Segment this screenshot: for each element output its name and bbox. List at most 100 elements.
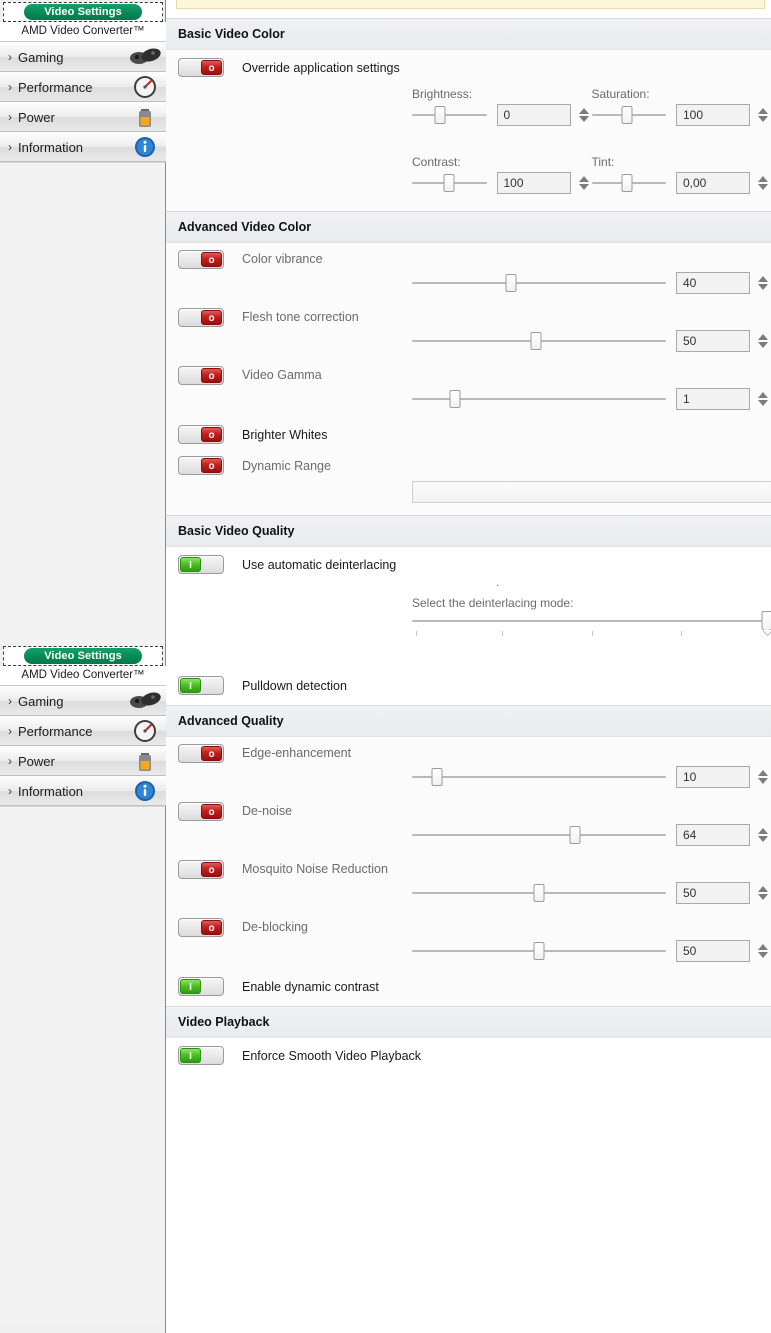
slider-handle[interactable] [431, 768, 443, 786]
mosquito-noise-reduction-slider[interactable] [412, 884, 666, 902]
mosquito-noise-reduction-toggle[interactable]: o [178, 859, 224, 879]
video-gamma-slider[interactable] [412, 390, 666, 408]
brightness-slider[interactable] [412, 106, 487, 124]
de-blocking-input[interactable]: 50 [676, 940, 750, 962]
contrast-input[interactable]: 100 [496, 172, 571, 194]
saturation-slider[interactable] [591, 106, 666, 124]
edge-enhancement-spinner: 10 [676, 765, 771, 789]
mosquito-noise-reduction-input[interactable]: 50 [676, 882, 750, 904]
color-vibrance-toggle[interactable]: o [178, 249, 224, 269]
enable-dynamic-contrast-toggle[interactable]: I [178, 977, 224, 996]
brightness-label: Brightness: [412, 87, 473, 101]
edge-enhancement-input[interactable]: 10 [676, 766, 750, 788]
flesh-tone-correction-input[interactable]: 50 [676, 330, 750, 352]
sidebar-item-label: Performance [18, 79, 93, 95]
slider-handle[interactable] [533, 942, 545, 960]
sidebar-item-power-2[interactable]: › Power [0, 746, 166, 776]
slider-handle[interactable] [505, 274, 517, 292]
sidebar-tab-video-settings[interactable]: Video Settings [24, 4, 142, 20]
de-blocking-slider[interactable] [412, 942, 666, 960]
section-title-basic-video-quality: Basic Video Quality [166, 515, 771, 547]
use-automatic-deinterlacing-toggle[interactable]: I [178, 555, 224, 574]
brightness-input[interactable]: 0 [496, 104, 571, 126]
saturation-input[interactable]: 100 [676, 104, 750, 126]
sidebar-empty-area-top [0, 162, 165, 644]
section-body-advanced-video-color: o Color vibrance 40 o Flesh tone correct… [166, 243, 771, 515]
tint-stepper[interactable] [755, 171, 771, 195]
slider-handle[interactable] [443, 174, 455, 192]
sidebar-tab-video-settings-2[interactable]: Video Settings [24, 648, 142, 664]
edge-enhancement-toggle[interactable]: o [178, 743, 224, 763]
slider-handle[interactable] [621, 174, 633, 192]
deinterlacing-mode-label: Select the deinterlacing mode: [412, 596, 574, 610]
slider-handle[interactable] [761, 611, 771, 631]
edge-enhancement-slider[interactable] [412, 768, 666, 786]
sidebar-item-information-2[interactable]: › Information [0, 776, 166, 806]
arrow-up-icon [758, 886, 768, 892]
brightness-stepper[interactable] [576, 103, 592, 127]
sidebar-item-performance[interactable]: › Performance [0, 72, 166, 102]
de-noise-spinner: 64 [676, 823, 771, 847]
mosquito-noise-reduction-spinner: 50 [676, 881, 771, 905]
tint-slider[interactable] [591, 174, 666, 192]
de-blocking-toggle[interactable]: o [178, 917, 224, 937]
video-gamma-toggle[interactable]: o [178, 365, 224, 385]
section-title-advanced-quality: Advanced Quality [166, 705, 771, 737]
slider-handle[interactable] [434, 106, 446, 124]
color-vibrance-input[interactable]: 40 [676, 272, 750, 294]
arrow-down-icon [578, 116, 589, 122]
sidebar-item-performance-2[interactable]: › Performance [0, 716, 166, 746]
arrow-down-icon [758, 400, 768, 406]
video-gamma-stepper[interactable] [755, 387, 771, 411]
contrast-slider[interactable] [412, 174, 487, 192]
sidebar-item-label: Power [18, 109, 55, 125]
slider-handle[interactable] [533, 884, 545, 902]
de-noise-stepper[interactable] [755, 823, 771, 847]
gauge-icon [128, 74, 162, 100]
sidebar-item-information[interactable]: › Information [0, 132, 166, 162]
dynamic-range-toggle[interactable]: o [178, 456, 224, 475]
section-body-basic-video-quality: I Use automatic deinterlacing . Select t… [166, 547, 771, 705]
color-vibrance-stepper[interactable] [755, 271, 771, 295]
de-noise-slider[interactable] [412, 826, 666, 844]
deinterlacing-mode-group: Select the deinterlacing mode: [166, 590, 771, 636]
pulldown-detection-label: Pulldown detection [242, 678, 347, 693]
video-gamma-input[interactable]: 1 [676, 388, 750, 410]
flesh-tone-correction-stepper[interactable] [755, 329, 771, 353]
sidebar-item-gaming[interactable]: › Gaming [0, 42, 166, 72]
color-vibrance-slider-row: 40 [166, 271, 771, 301]
slider-handle[interactable] [530, 332, 542, 350]
pulldown-detection-toggle[interactable]: I [178, 676, 224, 695]
sidebar-tab-container: Video Settings [3, 2, 163, 22]
sidebar-item-power[interactable]: › Power [0, 102, 166, 132]
flesh-tone-correction-slider[interactable] [412, 332, 666, 350]
contrast-stepper[interactable] [576, 171, 592, 195]
toggle-knob: o [201, 861, 222, 877]
slider-handle[interactable] [449, 390, 461, 408]
saturation-stepper[interactable] [755, 103, 771, 127]
mosquito-noise-reduction-stepper[interactable] [755, 881, 771, 905]
edge-enhancement-label: Edge-enhancement [242, 746, 352, 760]
dynamic-range-row: o Dynamic Range [166, 448, 771, 479]
de-noise-toggle[interactable]: o [178, 801, 224, 821]
de-noise-input[interactable]: 64 [676, 824, 750, 846]
dynamic-range-dropdown[interactable] [412, 481, 771, 503]
override-application-settings-toggle[interactable]: o [178, 58, 224, 77]
sidebar-item-gaming-2[interactable]: › Gaming [0, 686, 166, 716]
toggle-knob: o [201, 367, 222, 383]
tint-spinner: 0,00 [676, 171, 771, 195]
enforce-smooth-video-playback-toggle[interactable]: I [178, 1046, 224, 1065]
flesh-tone-correction-toggle[interactable]: o [178, 307, 224, 327]
de-blocking-stepper[interactable] [755, 939, 771, 963]
edge-enhancement-stepper[interactable] [755, 765, 771, 789]
arrow-up-icon [758, 770, 768, 776]
tint-input[interactable]: 0,00 [676, 172, 750, 194]
slider-track-line [412, 620, 771, 622]
brighter-whites-toggle[interactable]: o [178, 425, 224, 444]
deinterlacing-mode-slider[interactable] [412, 611, 771, 636]
brightness-saturation-row: Brightness: 0 Saturation: 100 [166, 81, 771, 137]
toggle-knob: o [201, 427, 222, 442]
slider-handle[interactable] [621, 106, 633, 124]
slider-handle[interactable] [569, 826, 581, 844]
color-vibrance-slider[interactable] [412, 274, 666, 292]
